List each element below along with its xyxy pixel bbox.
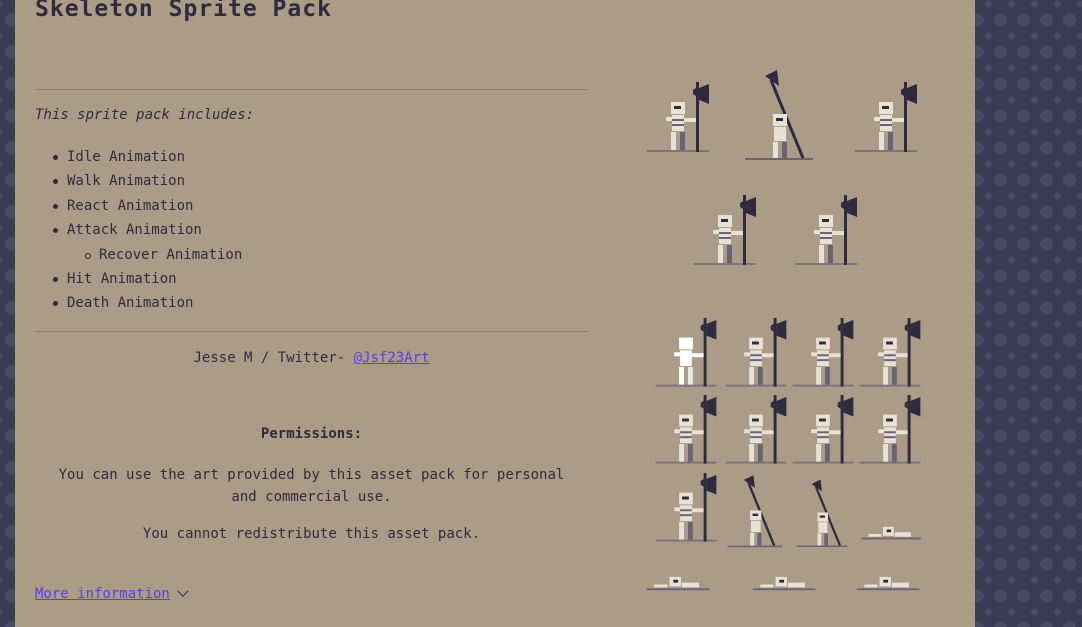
skeleton-sprite: [725, 395, 787, 464]
skeleton-sprite: [859, 318, 921, 387]
skeleton-sprite-fallen: [646, 576, 710, 591]
permission-personal-text: You can use the art provided by this ass…: [58, 467, 565, 505]
skeleton-sprite: [855, 82, 917, 152]
author-name: Jesse M / Twitter-: [193, 350, 354, 366]
chevron-down-icon: [177, 585, 189, 597]
twitter-link[interactable]: @Jsf23Art: [354, 350, 430, 366]
more-information-label: More information: [35, 586, 170, 602]
divider-bottom: [35, 331, 588, 332]
skeleton-sprite-fallen: [752, 576, 816, 591]
permission-redistribute-text: You cannot redistribute this asset pack.: [142, 526, 481, 542]
permissions-heading: Permissions:: [260, 426, 363, 442]
description-column: This sprite pack includes: Idle Animatio…: [35, 0, 588, 627]
skeleton-sprite-fallen: [861, 526, 921, 540]
skeleton-sprite: [792, 318, 854, 387]
list-item: Hit Animation: [52, 268, 242, 292]
skeleton-sprite: [792, 395, 854, 464]
skeleton-sprite: [647, 82, 709, 152]
list-item: Walk Animation: [52, 170, 242, 194]
list-item: React Animation: [52, 195, 242, 219]
more-information-toggle[interactable]: More information: [35, 585, 189, 602]
list-item: Death Animation: [52, 292, 242, 316]
content-panel: Skeleton Sprite Pack This sprite pack in…: [15, 0, 975, 627]
skeleton-sprite: [795, 195, 857, 265]
skeleton-sprite: [655, 395, 717, 464]
list-item: Idle Animation: [52, 146, 242, 170]
skeleton-sprite-attack: [727, 475, 783, 548]
skeleton-sprite-fallen: [856, 576, 920, 591]
animation-list: Idle Animation Walk Animation React Anim…: [35, 146, 242, 317]
list-item: Attack Animation: [52, 219, 242, 243]
intro-text: This sprite pack includes:: [35, 107, 255, 123]
skeleton-sprite-attack: [745, 70, 813, 160]
skeleton-sprite: [694, 195, 756, 265]
skeleton-sprite: [725, 318, 787, 387]
skeleton-sprite: [655, 473, 717, 542]
skeleton-sprites-image: [646, 70, 921, 591]
skeleton-sprite: [859, 395, 921, 464]
skeleton-sprite: [655, 318, 717, 387]
list-subitem: Recover Animation: [67, 244, 242, 268]
divider-top: [35, 89, 588, 90]
skeleton-sprite-attack: [796, 479, 848, 547]
sprite-preview: [627, 60, 927, 620]
author-credit: Jesse M / Twitter- @Jsf23Art: [35, 350, 588, 366]
